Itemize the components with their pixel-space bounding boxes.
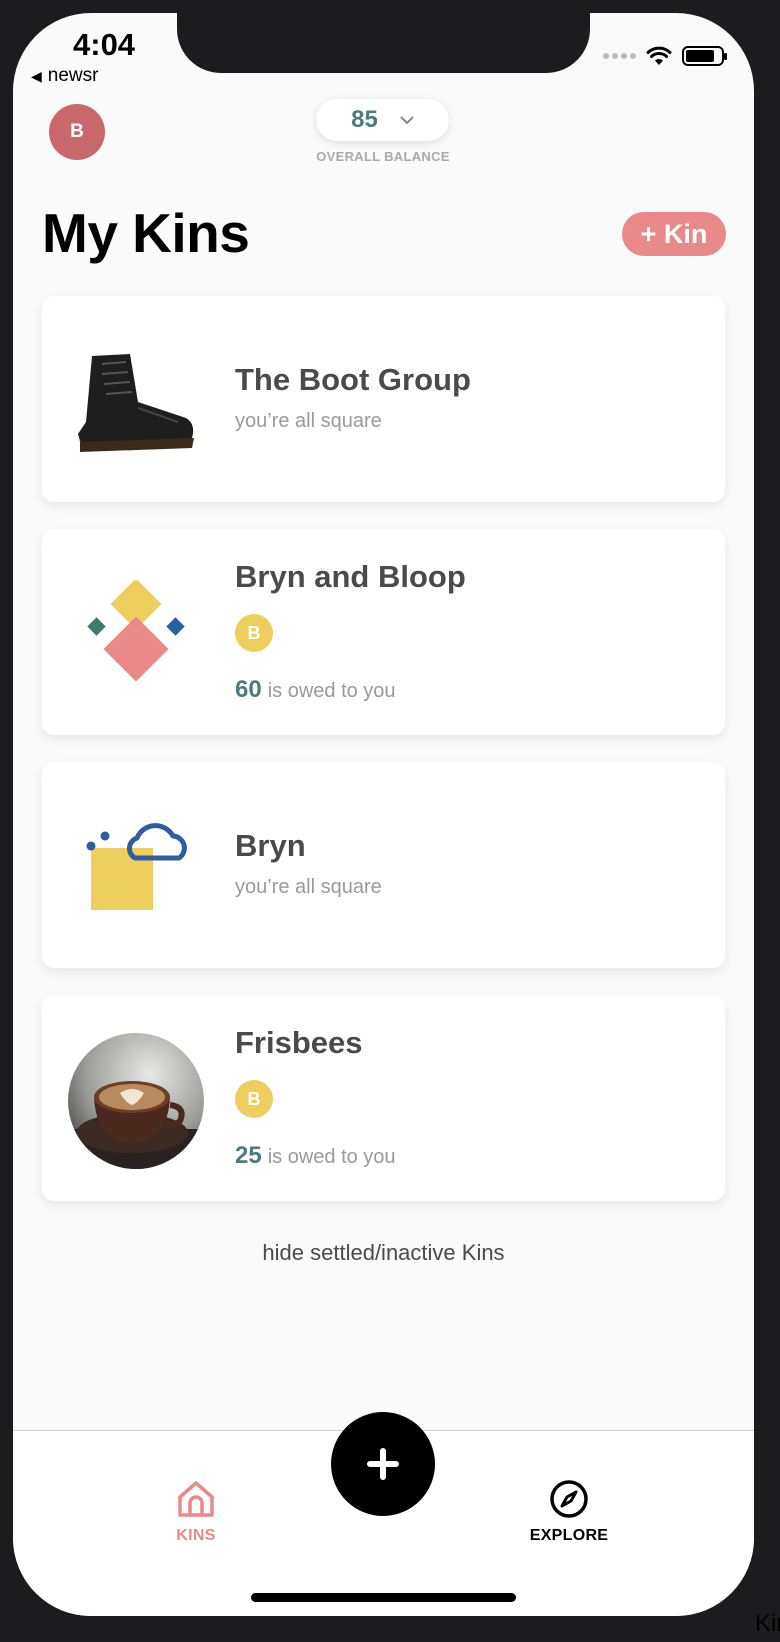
member-avatar: B <box>235 1080 273 1118</box>
battery-icon <box>682 46 727 66</box>
hide-settled-link[interactable]: hide settled/inactive Kins <box>13 1240 754 1266</box>
balance-selector[interactable]: 85 <box>316 99 449 141</box>
balance-value: 85 <box>351 106 378 133</box>
device-notch <box>177 13 590 73</box>
status-indicators <box>603 46 727 66</box>
owed-summary: 60 is owed to you <box>235 676 396 704</box>
wifi-icon <box>646 46 672 65</box>
owed-summary: 25 is owed to you <box>235 1142 396 1170</box>
owed-text: is owed to you <box>267 680 396 702</box>
chevron-down-icon <box>400 112 414 128</box>
owed-amount: 25 <box>235 1142 262 1169</box>
kin-name: Bryn <box>235 828 306 863</box>
page-title: My Kins <box>42 202 250 264</box>
boot-image <box>68 334 204 470</box>
kin-name: The Boot Group <box>235 362 471 397</box>
home-indicator[interactable] <box>251 1593 516 1602</box>
back-to-app-link[interactable]: ◀ newsr <box>31 65 98 87</box>
kin-card[interactable]: Bryn and Bloop B 60 is owed to you <box>42 529 725 735</box>
phone-frame: 4:04 ◀ newsr B 85 OVERALL BALANCE My Kin… <box>0 0 780 1642</box>
cloud-square-icon <box>68 800 204 936</box>
corner-fragment: Kin <box>755 1610 780 1637</box>
kin-name: Frisbees <box>235 1025 363 1060</box>
kin-card[interactable]: Frisbees B 25 is owed to you <box>42 995 725 1201</box>
kin-card[interactable]: Bryn you’re all square <box>42 762 725 968</box>
compass-icon <box>550 1480 588 1518</box>
tab-explore[interactable]: EXPLORE <box>509 1479 629 1545</box>
tab-explore-label: EXPLORE <box>529 1527 609 1544</box>
home-icon <box>178 1481 214 1517</box>
user-avatar[interactable]: B <box>49 104 105 160</box>
member-avatar: B <box>235 614 273 652</box>
plus-icon <box>367 1448 399 1480</box>
owed-text: is owed to you <box>267 1146 396 1168</box>
diamond-shapes-icon <box>68 567 204 703</box>
status-time: 4:04 <box>73 27 136 62</box>
coffee-image <box>68 1033 204 1169</box>
add-kin-button[interactable]: + Kin <box>622 212 726 256</box>
tab-kins[interactable]: KINS <box>136 1479 256 1545</box>
balance-label: OVERALL BALANCE <box>316 149 450 164</box>
kin-name: Bryn and Bloop <box>235 559 466 594</box>
add-action-button[interactable] <box>331 1412 435 1516</box>
back-app-label: newsr <box>47 65 99 86</box>
tab-kins-label: KINS <box>176 1527 216 1544</box>
kin-status: you’re all square <box>235 410 382 432</box>
app-screen: 4:04 ◀ newsr B 85 OVERALL BALANCE My Kin… <box>13 13 754 1616</box>
kin-card[interactable]: The Boot Group you’re all square <box>42 296 725 502</box>
back-triangle-icon: ◀ <box>31 67 42 84</box>
cellular-signal-icon <box>603 53 636 59</box>
owed-amount: 60 <box>235 676 262 703</box>
kin-status: you’re all square <box>235 876 382 898</box>
